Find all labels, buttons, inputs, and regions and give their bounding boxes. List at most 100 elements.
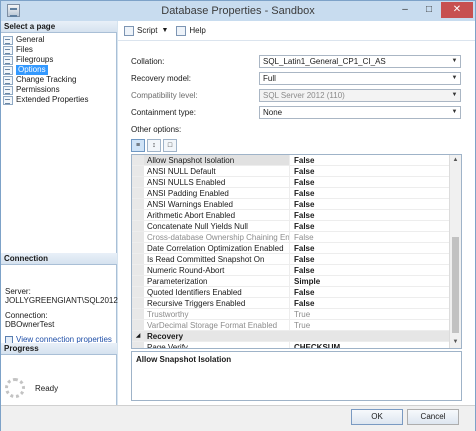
row-gutter <box>132 243 144 253</box>
grid-property-row[interactable]: VarDecimal Storage Format Enabled True <box>132 320 450 331</box>
script-dropdown-icon[interactable]: ▼ <box>161 27 168 34</box>
property-name: Trustworthy <box>144 309 290 319</box>
dialog-button-bar: OK Cancel <box>1 405 475 431</box>
collapse-icon[interactable]: ◢ <box>132 331 144 341</box>
maximize-button[interactable]: □ <box>417 2 441 18</box>
grid-property-row[interactable]: Date Correlation Optimization Enabled Fal… <box>132 243 450 254</box>
property-name: Parameterization <box>144 276 290 286</box>
row-gutter <box>132 188 144 198</box>
ok-button[interactable]: OK <box>351 409 403 425</box>
page-icon <box>3 45 13 55</box>
compatibility-level-row: Compatibility level: SQL Server 2012 (11… <box>131 88 461 102</box>
grid-property-row[interactable]: ANSI NULL Default False <box>132 166 450 177</box>
help-button[interactable]: Help <box>176 25 206 36</box>
collation-select[interactable]: SQL_Latin1_General_CP1_CI_AS ▼ <box>259 54 461 68</box>
property-name: Recovery <box>144 331 290 341</box>
grid-property-row[interactable]: Recursive Triggers Enabled False <box>132 298 450 309</box>
collation-value: SQL_Latin1_General_CP1_CI_AS <box>263 56 386 66</box>
grid-property-row[interactable]: Concatenate Null Yields Null False <box>132 221 450 232</box>
connection-header: Connection <box>1 253 117 265</box>
property-value[interactable]: False <box>290 166 314 176</box>
grid-property-row[interactable]: Trustworthy True <box>132 309 450 320</box>
row-gutter <box>132 276 144 286</box>
property-value[interactable]: Simple <box>290 276 320 286</box>
cancel-button[interactable]: Cancel <box>407 409 459 425</box>
property-value[interactable]: False <box>290 287 314 297</box>
row-gutter <box>132 199 144 209</box>
row-gutter <box>132 221 144 231</box>
progress-area: Ready <box>5 378 58 398</box>
server-value: JOLLYGREENGIANT\SQL2012 <box>5 296 118 305</box>
grid-property-row[interactable]: Arithmetic Abort Enabled False <box>132 210 450 221</box>
property-value[interactable]: False <box>290 254 314 264</box>
grid-scrollbar[interactable]: ▲ ▼ <box>449 155 461 348</box>
property-value[interactable]: False <box>290 243 314 253</box>
grid-property-row[interactable]: Cross-database Ownership Chaining Enable… <box>132 232 450 243</box>
property-name: ANSI NULLS Enabled <box>144 177 290 187</box>
property-value[interactable]: False <box>290 265 314 275</box>
property-value: True <box>294 321 311 330</box>
scroll-up-icon[interactable]: ▲ <box>450 155 461 166</box>
property-value[interactable]: False <box>290 188 314 198</box>
containment-type-row: Containment type: None ▼ <box>131 105 461 119</box>
row-gutter <box>132 309 144 319</box>
help-icon <box>176 25 187 36</box>
property-value[interactable]: False <box>290 298 314 308</box>
grid-property-row[interactable]: ANSI Warnings Enabled False <box>132 199 450 210</box>
property-value[interactable]: False <box>290 177 314 187</box>
row-gutter <box>132 320 144 330</box>
row-gutter <box>132 342 144 348</box>
options-property-grid[interactable]: Allow Snapshot Isolation False ANSI NULL D… <box>131 154 462 349</box>
script-button[interactable]: Script ▼ <box>124 25 168 36</box>
property-value[interactable]: False <box>290 221 314 231</box>
page-list: General Files Filegroups Options Change Trac… <box>3 35 115 105</box>
sort-alphabetical-icon[interactable]: ↕ <box>147 139 161 152</box>
property-value[interactable]: False <box>290 210 314 220</box>
grid-property-row[interactable]: Numeric Round-Abort False <box>132 265 450 276</box>
connection-value: DBOwnerTest <box>5 320 55 329</box>
page-item-label: Options <box>16 65 48 75</box>
property-value: True <box>294 310 311 319</box>
page-item-extended-properties[interactable]: Extended Properties <box>3 95 115 105</box>
property-name: ANSI Padding Enabled <box>144 188 290 198</box>
row-gutter <box>132 155 144 165</box>
page-item-change-tracking[interactable]: Change Tracking <box>3 75 115 85</box>
categorized-icon[interactable]: ≡ <box>131 139 145 152</box>
scroll-down-icon[interactable]: ▼ <box>450 337 461 348</box>
recovery-model-row: Recovery model: Full ▼ <box>131 71 461 85</box>
toolbar: Script ▼ Help <box>118 21 475 41</box>
grid-property-row[interactable]: Allow Snapshot Isolation False <box>132 155 450 166</box>
page-item-files[interactable]: Files <box>3 45 115 55</box>
grid-property-row[interactable]: ANSI Padding Enabled False <box>132 188 450 199</box>
connection-label: Connection: <box>5 311 48 320</box>
grid-property-row[interactable]: ANSI NULLS Enabled False <box>132 177 450 188</box>
recovery-model-select[interactable]: Full ▼ <box>259 71 461 85</box>
grid-property-row[interactable]: Quoted Identifiers Enabled False <box>132 287 450 298</box>
page-item-filegroups[interactable]: Filegroups <box>3 55 115 65</box>
property-name: ANSI NULL Default <box>144 166 290 176</box>
page-item-general[interactable]: General <box>3 35 115 45</box>
grid-category-row[interactable]: ◢ Recovery <box>132 331 450 342</box>
page-item-permissions[interactable]: Permissions <box>3 85 115 95</box>
page-item-options[interactable]: Options <box>3 65 115 75</box>
grid-property-row[interactable]: Is Read Committed Snapshot On False <box>132 254 450 265</box>
property-name: Concatenate Null Yields Null <box>144 221 290 231</box>
property-pages-icon[interactable]: □ <box>163 139 177 152</box>
containment-type-select[interactable]: None ▼ <box>259 105 461 119</box>
chevron-down-icon: ▼ <box>451 108 458 115</box>
property-value[interactable]: False <box>290 199 314 209</box>
property-name: Date Correlation Optimization Enabled <box>144 243 290 253</box>
row-gutter <box>132 287 144 297</box>
minimize-button[interactable]: – <box>393 2 417 18</box>
grid-property-row[interactable]: Page Verify CHECKSUM <box>132 342 450 348</box>
grid-property-row[interactable]: Parameterization Simple <box>132 276 450 287</box>
property-value[interactable]: CHECKSUM <box>290 342 340 348</box>
chevron-down-icon: ▼ <box>451 74 458 81</box>
progress-spinner-icon <box>5 378 25 398</box>
scrollbar-thumb[interactable] <box>452 237 459 333</box>
row-gutter <box>132 166 144 176</box>
property-value[interactable]: False <box>290 155 314 165</box>
compatibility-level-value: SQL Server 2012 (110) <box>263 90 345 100</box>
collation-row: Collation: SQL_Latin1_General_CP1_CI_AS … <box>131 54 461 68</box>
close-button[interactable]: ✕ <box>441 2 473 18</box>
